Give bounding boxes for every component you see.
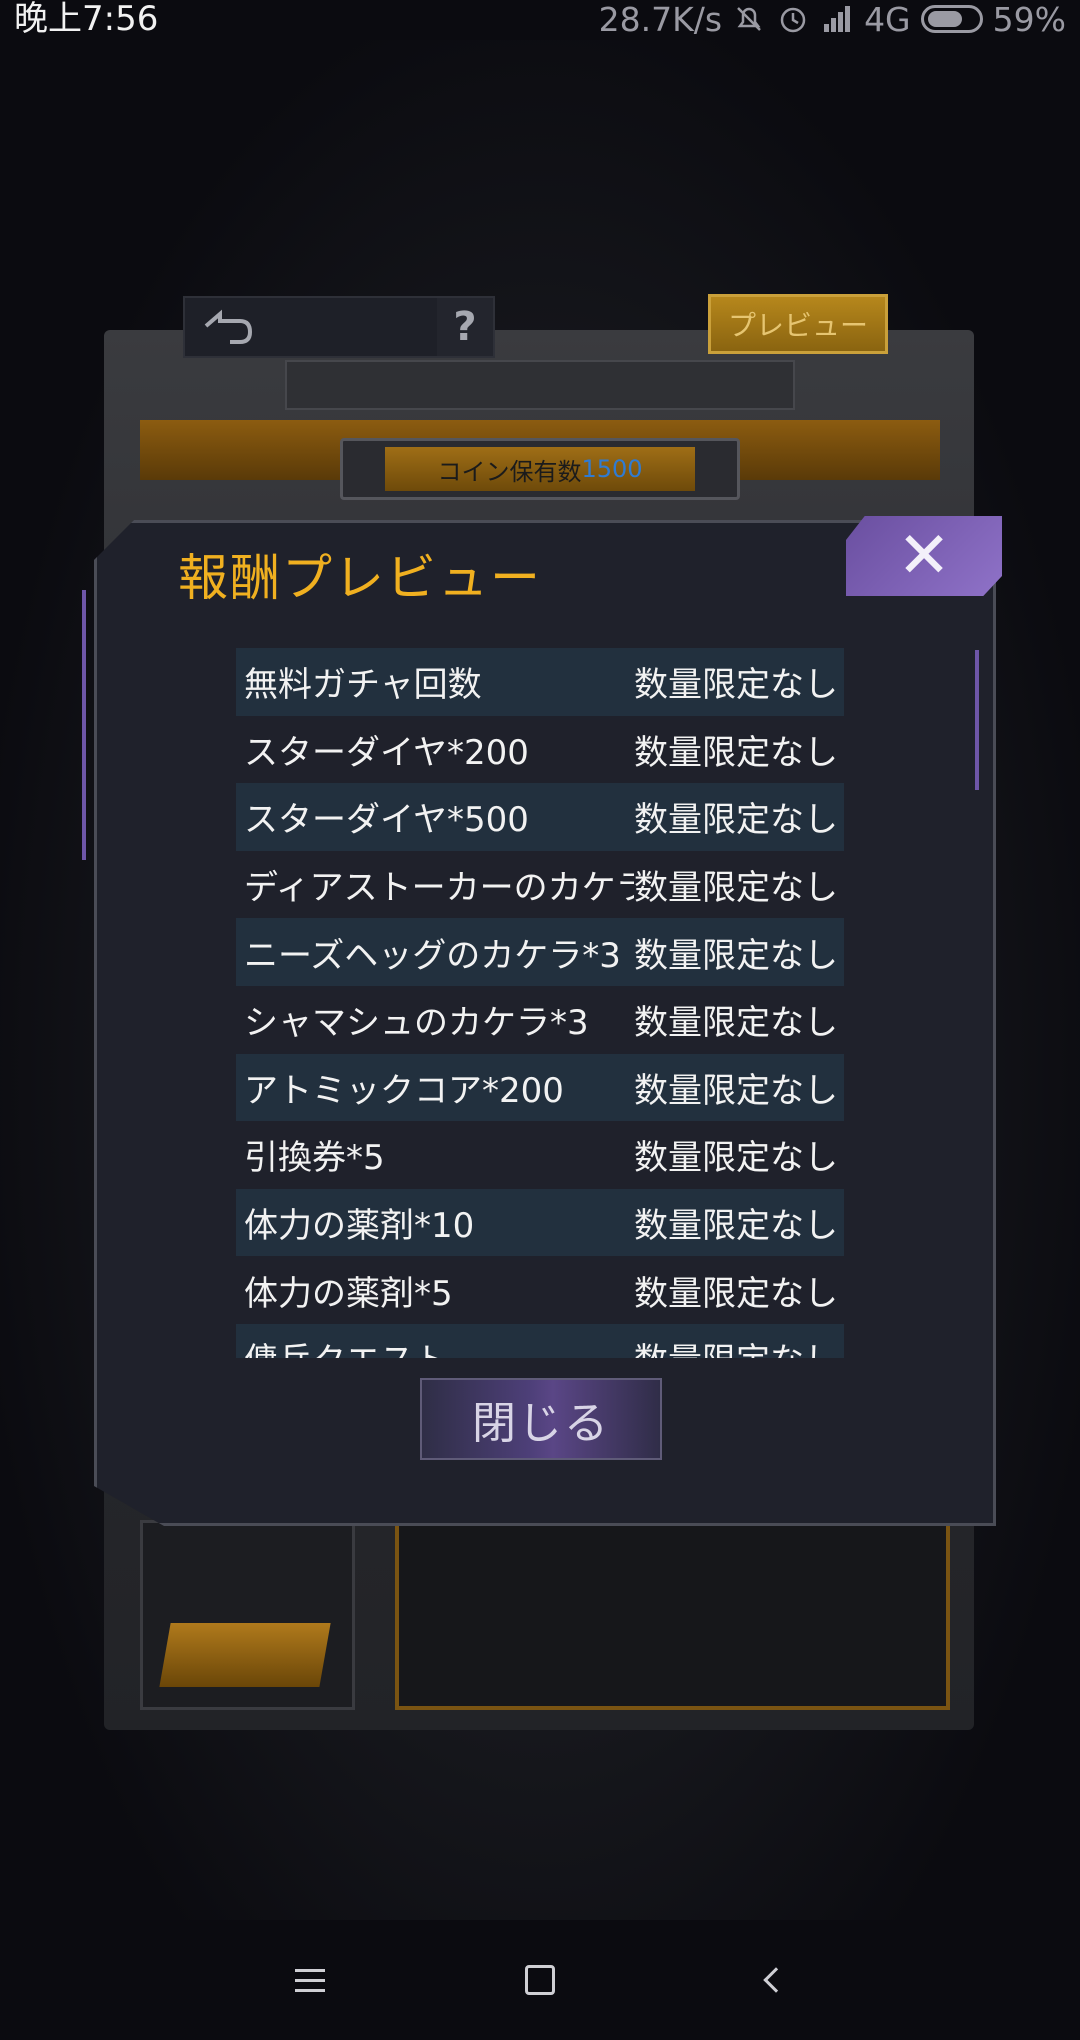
reward-name: スターダイヤ*200 [244, 732, 529, 773]
help-button[interactable]: ? [437, 298, 493, 356]
reward-qty: 数量限定なし [634, 868, 838, 909]
list-item: 傭兵クエスト数量限定なし [236, 1323, 844, 1358]
back-button[interactable] [185, 298, 269, 356]
close-x-icon: ✕ [897, 519, 951, 593]
reward-list[interactable]: 無料ガチャ回数 数量限定なし スターダイヤ*200 数量限定なし スターダイヤ*50… [236, 648, 844, 1358]
menu-button[interactable] [278, 1948, 342, 2012]
network-speed: 28.7K/s [598, 0, 723, 39]
list-item: ニーズヘッグのカケラ*3 数量限定なし [236, 918, 844, 986]
coin-counter-inner: コイン保有数 1500 [385, 447, 695, 491]
nav-back-icon [763, 1967, 789, 1993]
reward-qty: 数量限定なし [634, 800, 838, 841]
home-button[interactable] [508, 1948, 572, 2012]
battery-icon [920, 5, 983, 33]
reward-qty: 数量限定なし [634, 1003, 838, 1044]
close-button[interactable]: 閉じる [420, 1378, 662, 1460]
list-item: 引換券*5 数量限定なし [236, 1121, 844, 1189]
machine-slot-right [395, 1520, 950, 1710]
list-item: シャマシュのカケラ*3 数量限定なし [236, 986, 844, 1054]
dialog-close-x-button[interactable]: ✕ [846, 516, 1002, 596]
reward-name: スターダイヤ*500 [244, 800, 529, 841]
status-icons: 28.7K/s 4G 59% [598, 0, 1066, 39]
list-item: スターダイヤ*200 数量限定なし [236, 716, 844, 784]
list-item: ディアストーカーのカケラ 数量限定なし [236, 851, 844, 919]
reward-qty: 数量限定なし [634, 1206, 838, 1247]
reward-name: ディアストーカーのカケラ [244, 868, 634, 909]
reward-name: 傭兵クエスト [244, 1333, 634, 1358]
coin-label: コイン保有数 [437, 457, 582, 486]
machine-lid [285, 360, 795, 410]
dialog-accent-left [82, 590, 86, 860]
system-nav-bar [0, 1920, 1080, 2040]
list-item: アトミックコア*200 数量限定なし [236, 1053, 844, 1122]
reward-name: 体力の薬剤*10 [244, 1206, 475, 1247]
reward-qty: 数量限定なし [634, 1333, 838, 1358]
reward-qty: 数量限定なし [634, 1273, 838, 1314]
coin-counter: コイン保有数 1500 [340, 438, 740, 500]
reward-qty: 数量限定なし [634, 1138, 838, 1179]
reward-name: ニーズヘッグのカケラ*3 [244, 935, 621, 976]
network-type: 4G [864, 0, 911, 39]
status-bar: 晚上7:56 28.7K/s 4G 59% [0, 0, 1080, 40]
reward-name: 無料ガチャ回数 [244, 665, 482, 706]
battery-percent: 59% [992, 0, 1066, 39]
coin-value: 1500 [581, 455, 643, 483]
list-item: 体力の薬剤*10 数量限定なし [236, 1188, 844, 1257]
reward-qty: 数量限定なし [634, 665, 838, 706]
top-toolbar: ? [183, 296, 495, 358]
reward-qty: 数量限定なし [634, 732, 838, 773]
nav-back-button[interactable] [744, 1948, 808, 2012]
reward-name: 体力の薬剤*5 [244, 1273, 453, 1314]
reward-name: シャマシュのカケラ*3 [244, 1003, 589, 1044]
list-item: スターダイヤ*500 数量限定なし [236, 783, 844, 851]
status-time: 晚上7:56 [14, 0, 159, 39]
menu-icon [295, 1978, 325, 1982]
dialog-title: 報酬プレビュー [178, 549, 542, 607]
list-item: 無料ガチャ回数 数量限定なし [236, 648, 844, 716]
preview-button[interactable]: プレビュー [708, 294, 888, 354]
home-icon [525, 1965, 555, 1995]
alarm-icon [780, 7, 806, 33]
list-item: 体力の薬剤*5 数量限定なし [236, 1256, 844, 1324]
reward-qty: 数量限定なし [634, 935, 838, 976]
reward-name: 引換券*5 [244, 1138, 385, 1179]
signal-icon [824, 6, 851, 32]
reward-qty: 数量限定なし [634, 1070, 838, 1111]
mute-bell-icon [737, 7, 761, 31]
reward-name: アトミックコア*200 [244, 1070, 564, 1111]
back-arrow-icon [204, 309, 253, 344]
machine-slot-left [140, 1520, 355, 1710]
dialog-accent-right [975, 650, 979, 790]
